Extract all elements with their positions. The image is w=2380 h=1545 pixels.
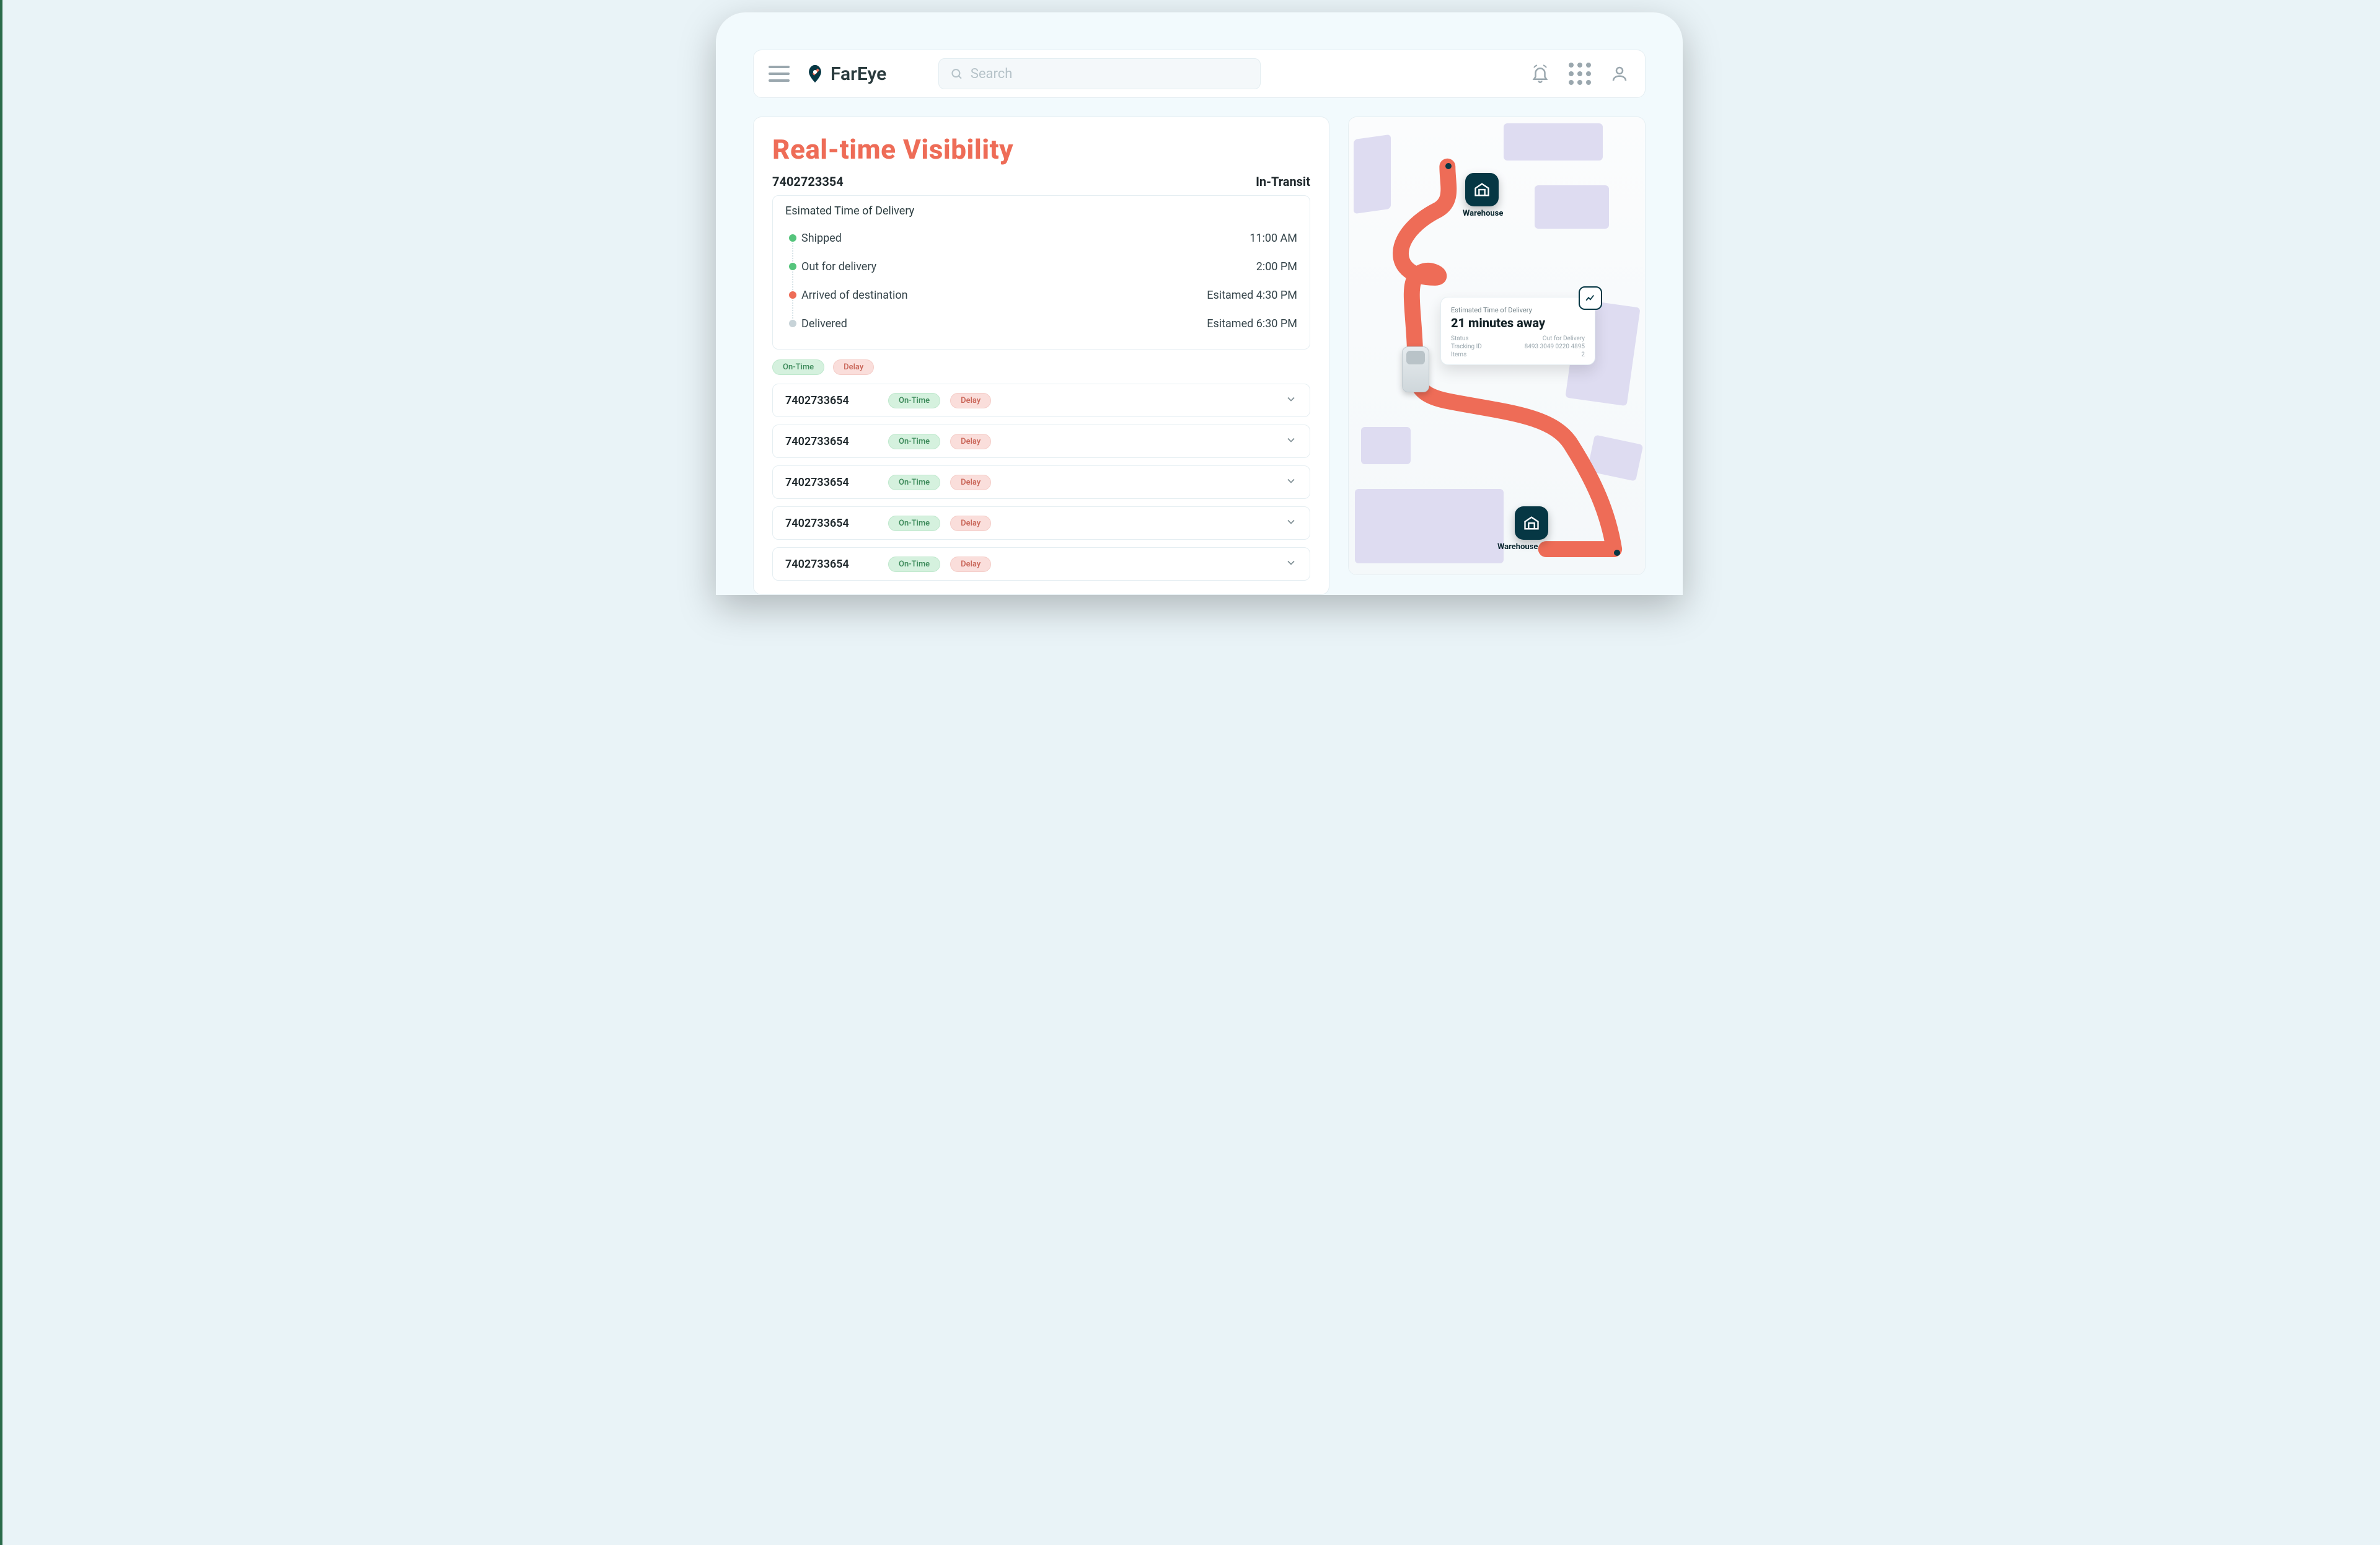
badge-ontime: On-Time (888, 393, 940, 408)
apps-icon (1569, 63, 1591, 85)
timeline-step: Out for delivery 2:00 PM (785, 252, 1297, 281)
badge-ontime: On-Time (888, 557, 940, 572)
brand-name: FarEye (831, 63, 886, 85)
warehouse-icon (1523, 514, 1540, 532)
timeline-step-label: Shipped (801, 232, 842, 245)
eta-popup-row: Tracking ID 8493 3049 0220 4895 (1451, 343, 1585, 350)
chevron-down-icon (1285, 434, 1297, 449)
shipment-row[interactable]: 7402733654 On-Time Delay (772, 506, 1310, 540)
origin-label: Warehouse (1463, 209, 1503, 218)
eta-popup-row: Items 2 (1451, 351, 1585, 358)
menu-button[interactable] (769, 66, 790, 82)
search-input[interactable] (971, 66, 1249, 82)
shipment-status: In-Transit (1256, 174, 1310, 189)
eta-popup-value: 21 minutes away (1451, 315, 1585, 330)
shipment-row[interactable]: 7402733654 On-Time Delay (772, 547, 1310, 581)
origin-marker[interactable] (1465, 173, 1499, 206)
timeline-step-time: 11:00 AM (1250, 232, 1297, 245)
badge-ontime: On-Time (888, 434, 940, 449)
brand-logo[interactable]: FarEye (804, 63, 886, 85)
topbar: FarEye (753, 50, 1646, 98)
eta-popup-val: 8493 3049 0220 4895 (1525, 343, 1585, 350)
page-title: Real-time Visibility (772, 133, 1310, 165)
header-actions (1530, 63, 1630, 84)
timeline-step-label: Delivered (801, 317, 847, 330)
timeline-step-label: Out for delivery (801, 260, 876, 273)
badge-delay: Delay (950, 393, 991, 408)
filter-pills: On-Time Delay (772, 359, 1310, 375)
timeline-step: Arrived of destination Esitamed 4:30 PM (785, 281, 1297, 309)
notifications-button[interactable] (1530, 63, 1551, 84)
fareye-logo-icon (804, 63, 826, 84)
timeline-step-time: Esitamed 6:30 PM (1207, 317, 1297, 330)
filter-ontime[interactable]: On-Time (772, 359, 824, 375)
shipment-list: 7402733654 On-Time Delay 7402733654 On-Time D… (772, 384, 1310, 581)
analytics-icon[interactable] (1579, 286, 1602, 310)
tracking-id: 7402723354 (772, 174, 844, 189)
profile-button[interactable] (1609, 63, 1630, 84)
timeline-step-time: Esitamed 4:30 PM (1207, 289, 1297, 302)
avatar-icon (1610, 64, 1629, 83)
map-panel[interactable]: Warehouse Warehouse Estimated Time of De… (1348, 117, 1646, 575)
destination-label: Warehouse (1497, 542, 1538, 552)
map-canvas[interactable]: Warehouse Warehouse Estimated Time of De… (1349, 117, 1645, 574)
badge-delay: Delay (950, 516, 991, 531)
shipment-row[interactable]: 7402733654 On-Time Delay (772, 425, 1310, 458)
filter-delay[interactable]: Delay (833, 359, 874, 375)
warehouse-icon (1473, 181, 1491, 198)
shipment-id: 7402733654 (785, 435, 878, 448)
shipment-id: 7402733654 (785, 476, 878, 489)
eta-popup-key: Tracking ID (1451, 343, 1482, 350)
eta-popup-row: Status Out for Delivery (1451, 335, 1585, 342)
search-box[interactable] (938, 58, 1261, 89)
route-start-dot (1445, 163, 1452, 169)
shipment-row[interactable]: 7402733654 On-Time Delay (772, 384, 1310, 417)
shipment-id: 7402733654 (785, 558, 878, 571)
chevron-down-icon (1285, 557, 1297, 571)
timeline: Shipped 11:00 AM Out for delivery 2:00 PM Ar… (785, 224, 1297, 338)
chevron-down-icon (1285, 393, 1297, 408)
eta-label: Esimated Time of Delivery (785, 205, 1297, 218)
shipment-row[interactable]: 7402733654 On-Time Delay (772, 465, 1310, 499)
destination-marker[interactable] (1515, 506, 1548, 540)
eta-popup-key: Items (1451, 351, 1466, 358)
badge-delay: Delay (950, 434, 991, 449)
badge-delay: Delay (950, 557, 991, 572)
eta-card: Esimated Time of Delivery Shipped 11:00 A… (772, 195, 1310, 350)
badge-delay: Delay (950, 475, 991, 490)
timeline-step-time: 2:00 PM (1256, 260, 1297, 273)
search-icon (950, 67, 963, 81)
eta-popup-val: 2 (1581, 351, 1585, 358)
shipment-id: 7402733654 (785, 394, 878, 407)
chevron-down-icon (1285, 475, 1297, 490)
eta-popup: Estimated Time of Delivery 21 minutes aw… (1440, 297, 1595, 365)
timeline-step-label: Arrived of destination (801, 289, 908, 302)
apps-button[interactable] (1569, 63, 1590, 84)
timeline-step: Delivered Esitamed 6:30 PM (785, 309, 1297, 338)
route-end-dot (1614, 550, 1620, 556)
visibility-panel: Real-time Visibility 7402723354 In-Trans… (753, 117, 1329, 595)
chevron-down-icon (1285, 516, 1297, 530)
badge-ontime: On-Time (888, 475, 940, 490)
timeline-step: Shipped 11:00 AM (785, 224, 1297, 252)
eta-popup-title: Estimated Time of Delivery (1451, 306, 1585, 314)
current-shipment-header: 7402723354 In-Transit (772, 174, 1310, 189)
app-window: FarEye (716, 12, 1683, 595)
bell-icon (1531, 64, 1549, 83)
vehicle-icon (1402, 346, 1429, 392)
shipment-id: 7402733654 (785, 517, 878, 530)
eta-popup-key: Status (1451, 335, 1469, 342)
eta-popup-val: Out for Delivery (1543, 335, 1585, 342)
badge-ontime: On-Time (888, 516, 940, 531)
